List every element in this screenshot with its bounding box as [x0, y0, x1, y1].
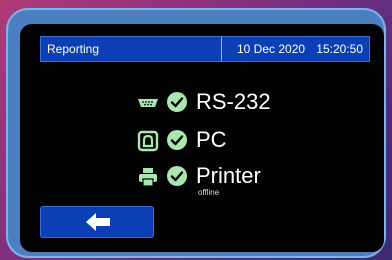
serial-port-icon: [136, 91, 160, 115]
device-label: PC: [196, 127, 227, 152]
arrow-left-icon: [86, 213, 110, 231]
device-status-text: offline: [198, 188, 220, 197]
device-label: RS-232: [196, 89, 271, 114]
device-label: Printer: [196, 163, 261, 188]
check-circle-icon: [166, 91, 188, 113]
screen-title: Reporting: [47, 42, 100, 56]
display-screen: Reporting 10 Dec 2020 15:20:50 RS-232 PC…: [20, 24, 384, 252]
back-button[interactable]: [40, 206, 154, 238]
printer-icon: [136, 165, 160, 189]
status-time: 15:20:50: [316, 42, 363, 56]
pc-icon: [136, 129, 160, 153]
status-divider: [221, 37, 222, 61]
device-frame: Reporting 10 Dec 2020 15:20:50 RS-232 PC…: [6, 8, 386, 258]
status-date: 10 Dec 2020: [237, 42, 306, 56]
status-bar: Reporting 10 Dec 2020 15:20:50: [40, 36, 370, 62]
check-circle-icon: [166, 129, 188, 151]
check-circle-icon: [166, 165, 188, 187]
